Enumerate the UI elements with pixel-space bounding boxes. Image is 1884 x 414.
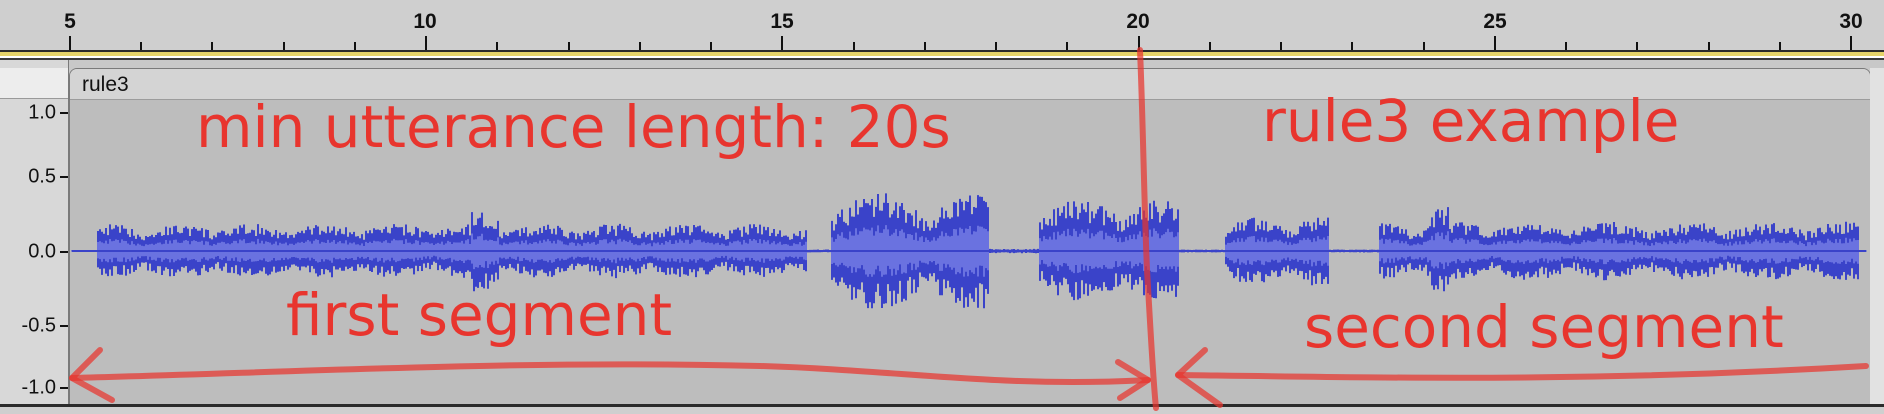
annotation-min-length: min utterance length: 20s	[196, 93, 951, 161]
annotation-second-segment: second segment	[1304, 293, 1784, 361]
annotation-first-segment: first segment	[286, 281, 673, 349]
annotation-example-title: rule3 example	[1262, 87, 1680, 155]
